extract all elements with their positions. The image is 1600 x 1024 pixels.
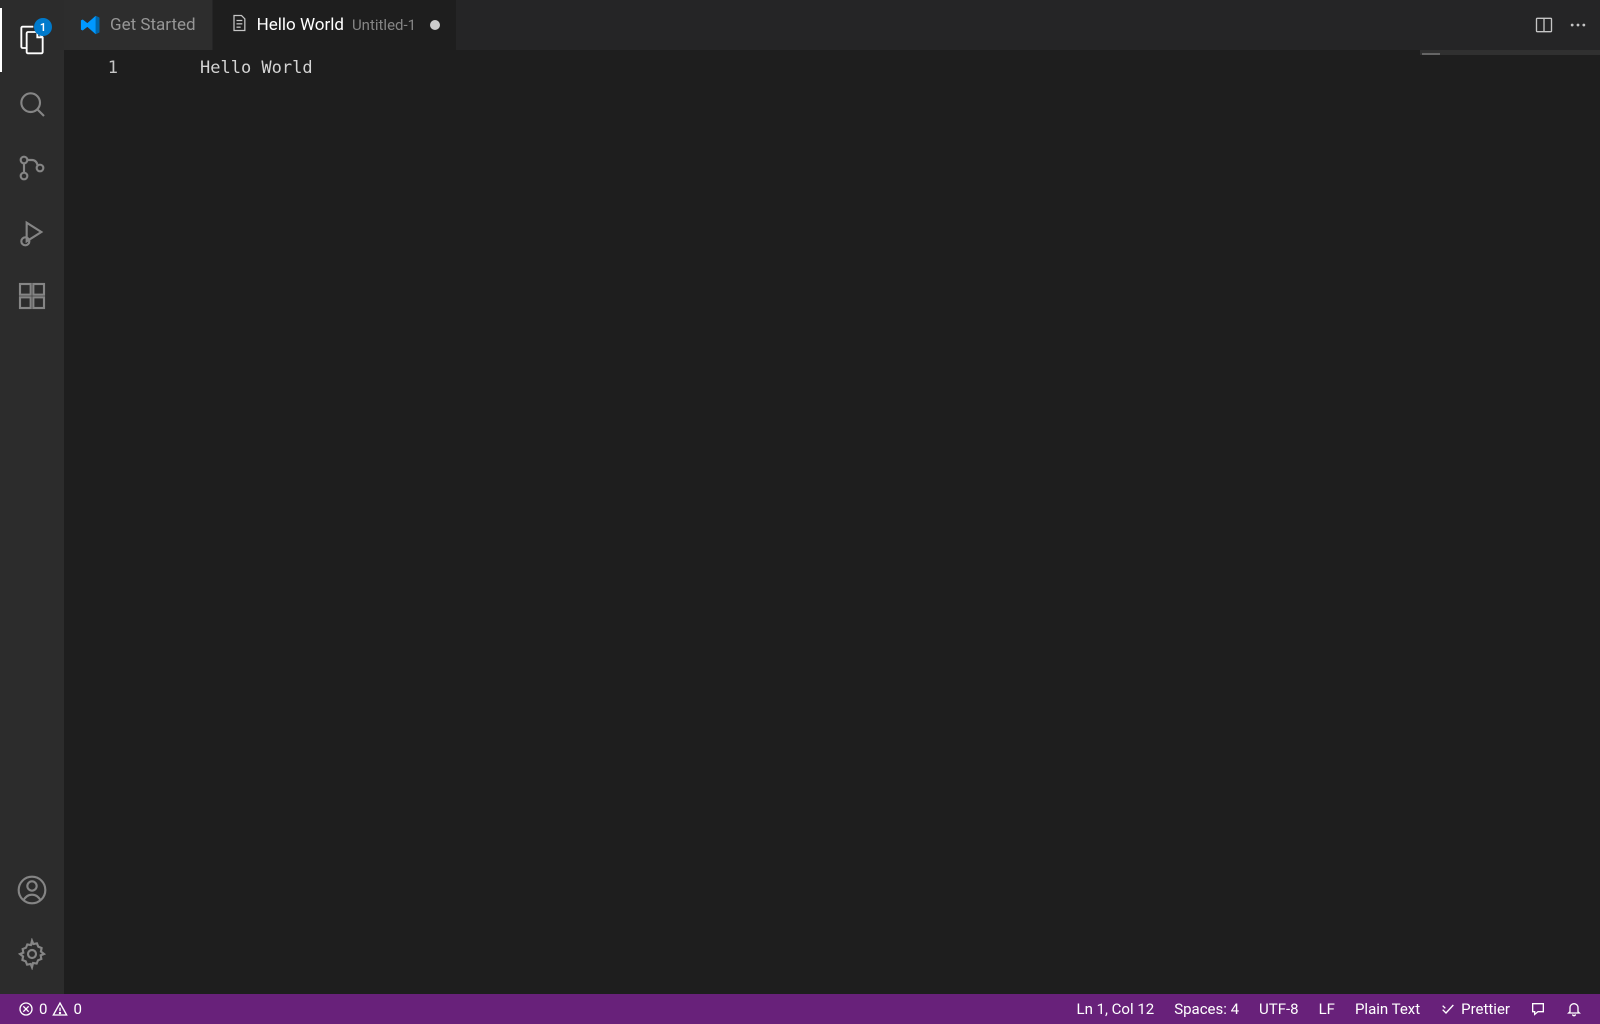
minimap[interactable] — [1420, 50, 1600, 994]
activity-accounts[interactable] — [0, 858, 64, 922]
extensions-icon — [16, 280, 48, 312]
status-language-mode[interactable]: Plain Text — [1349, 994, 1426, 1024]
error-count: 0 — [39, 1000, 47, 1018]
status-prettier[interactable]: Prettier — [1434, 994, 1516, 1024]
editor-body[interactable]: 1 Hello World — [64, 50, 1600, 994]
activity-source-control[interactable] — [0, 136, 64, 200]
dirty-indicator-icon — [430, 20, 440, 30]
vscode-icon — [80, 14, 102, 36]
tab-label: Hello World — [257, 15, 344, 35]
warning-count: 0 — [73, 1000, 81, 1018]
status-feedback[interactable] — [1524, 994, 1552, 1024]
line-number-gutter: 1 — [64, 50, 142, 994]
status-bar: 0 0 Ln 1, Col 12 Spaces: 4 UTF-8 LF Plai… — [0, 994, 1600, 1024]
debug-icon — [16, 216, 48, 248]
more-actions-icon[interactable] — [1568, 15, 1588, 35]
check-icon — [1440, 1001, 1456, 1017]
search-icon — [16, 88, 48, 120]
warning-icon — [52, 1001, 68, 1017]
activity-explorer[interactable]: 1 — [0, 8, 64, 72]
activity-settings[interactable] — [0, 922, 64, 986]
line-number: 1 — [64, 56, 118, 80]
feedback-icon — [1530, 1001, 1546, 1017]
activity-search[interactable] — [0, 72, 64, 136]
tab-sublabel: Untitled-1 — [352, 16, 416, 34]
status-eol[interactable]: LF — [1313, 994, 1341, 1024]
activity-extensions[interactable] — [0, 264, 64, 328]
explorer-badge: 1 — [34, 18, 52, 36]
activity-bar: 1 — [0, 0, 64, 994]
status-encoding[interactable]: UTF-8 — [1253, 994, 1305, 1024]
tab-untitled[interactable]: Hello World Untitled-1 — [213, 0, 457, 50]
editor-region: Get Started Hello World Untitled-1 — [64, 0, 1600, 994]
minimap-content — [1422, 53, 1440, 55]
minimap-slider[interactable] — [1420, 50, 1600, 55]
source-control-icon — [16, 152, 48, 184]
account-icon — [16, 874, 48, 906]
tab-get-started[interactable]: Get Started — [64, 0, 213, 50]
tab-label: Get Started — [110, 15, 196, 35]
status-cursor-position[interactable]: Ln 1, Col 12 — [1070, 994, 1160, 1024]
status-indentation[interactable]: Spaces: 4 — [1168, 994, 1245, 1024]
gear-icon — [16, 938, 48, 970]
split-editor-icon[interactable] — [1534, 15, 1554, 35]
code-line: Hello World — [200, 56, 1420, 80]
document-icon — [229, 13, 249, 38]
status-problems[interactable]: 0 0 — [12, 994, 88, 1024]
activity-run-debug[interactable] — [0, 200, 64, 264]
status-notifications[interactable] — [1560, 994, 1588, 1024]
error-icon — [18, 1001, 34, 1017]
bell-icon — [1566, 1001, 1582, 1017]
tab-bar: Get Started Hello World Untitled-1 — [64, 0, 1600, 50]
code-content[interactable]: Hello World — [142, 50, 1420, 994]
